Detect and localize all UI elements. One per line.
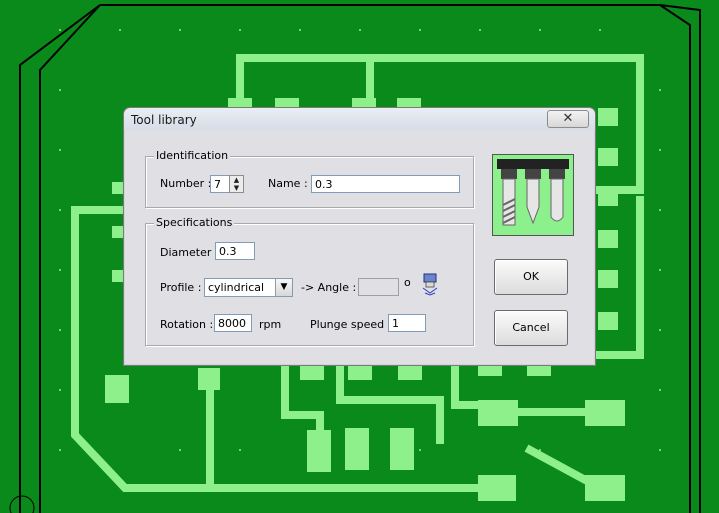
name-field[interactable] xyxy=(311,175,460,193)
plunge-speed-label: Plunge speed : xyxy=(310,318,392,331)
spin-down-icon[interactable]: ▼ xyxy=(230,184,243,192)
specifications-legend: Specifications xyxy=(154,216,235,229)
angle-label: -> Angle : xyxy=(301,281,357,294)
tool-library-dialog: Tool library ✕ Identification Number : ▲… xyxy=(123,107,596,366)
profile-select[interactable]: cylindrical ▼ xyxy=(204,278,293,297)
spin-up-icon[interactable]: ▲ xyxy=(230,176,243,184)
identification-legend: Identification xyxy=(154,149,231,162)
rotation-field[interactable] xyxy=(214,314,252,332)
angle-field xyxy=(358,278,399,296)
close-icon: ✕ xyxy=(562,111,574,126)
dialog-title: Tool library xyxy=(131,113,197,127)
profile-label: Profile : xyxy=(160,281,202,294)
name-label: Name : xyxy=(268,177,308,190)
tool-profiles-icon xyxy=(492,154,574,236)
cancel-button[interactable]: Cancel xyxy=(494,310,568,346)
diameter-field[interactable] xyxy=(215,242,255,260)
rotation-label: Rotation : xyxy=(160,318,214,331)
rotation-unit: rpm xyxy=(259,318,282,331)
diameter-label: Diameter : xyxy=(160,246,219,259)
dialog-titlebar[interactable]: Tool library ✕ xyxy=(124,108,595,130)
number-label: Number : xyxy=(160,177,212,190)
close-button[interactable]: ✕ xyxy=(547,110,589,128)
chevron-down-icon[interactable]: ▼ xyxy=(275,279,292,296)
cylindrical-profile-icon xyxy=(422,273,438,296)
profile-value: cylindrical xyxy=(208,281,265,294)
ok-button[interactable]: OK xyxy=(494,259,568,295)
number-spinner[interactable]: ▲ ▼ xyxy=(229,175,244,193)
number-field[interactable] xyxy=(210,175,230,193)
identification-group: Identification Number : ▲ ▼ Name : xyxy=(145,149,474,208)
angle-unit: o xyxy=(404,276,411,289)
plunge-speed-field[interactable] xyxy=(388,314,426,332)
